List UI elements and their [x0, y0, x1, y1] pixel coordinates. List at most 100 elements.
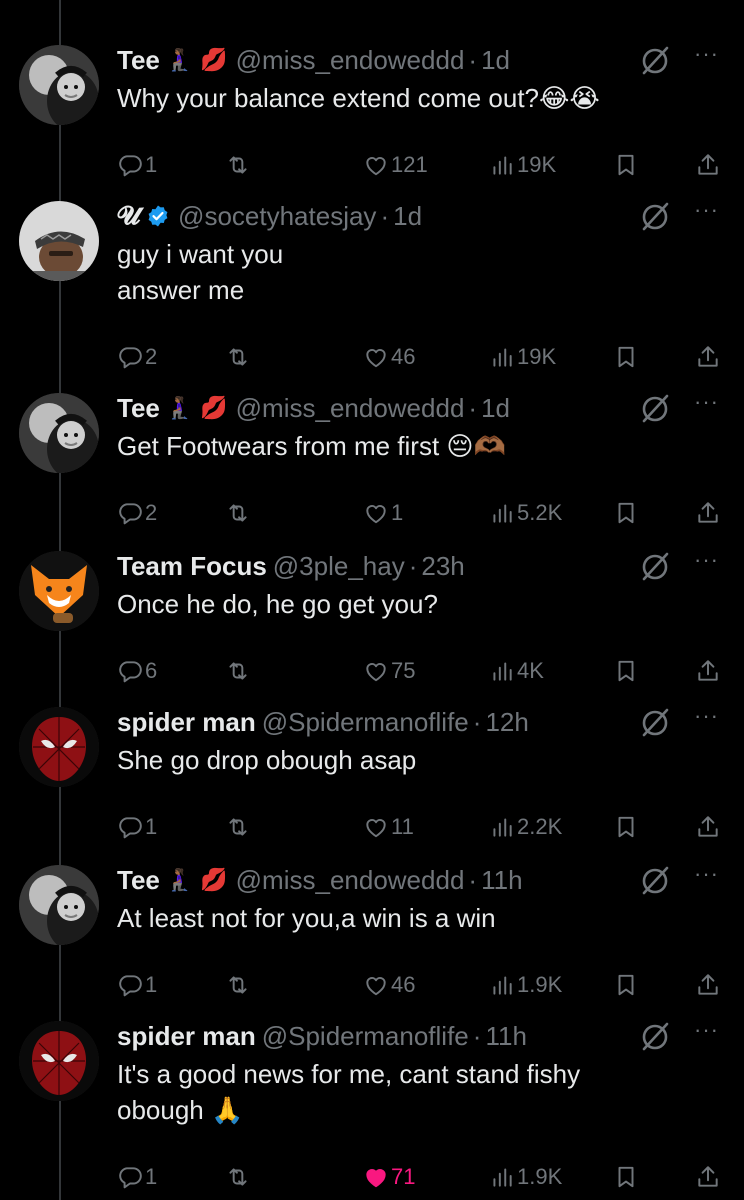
more-options-icon[interactable]: ··· [694, 549, 724, 580]
reply-button[interactable]: 1 [117, 1162, 157, 1192]
grok-icon[interactable] [638, 550, 672, 584]
user-handle[interactable]: @miss_endoweddd [236, 865, 465, 896]
reply-button[interactable]: 2 [117, 342, 157, 372]
like-button[interactable]: 1 [363, 498, 403, 528]
avatar[interactable] [19, 45, 99, 125]
more-options-icon[interactable]: ··· [694, 43, 724, 74]
more-options-icon[interactable]: ··· [694, 1019, 724, 1050]
user-handle[interactable]: @3ple_hay [273, 551, 405, 582]
bookmark-button[interactable] [613, 656, 641, 686]
like-count: 46 [391, 344, 416, 369]
bookmark-icon [618, 502, 634, 524]
share-button[interactable] [695, 656, 723, 686]
reply-button[interactable]: 6 [117, 656, 157, 686]
tweet-header: 𝓤 @socetyhatesjay · 1d [117, 198, 422, 234]
user-handle[interactable]: @Spidermanoflife [262, 1021, 469, 1052]
reply-button[interactable]: 1 [117, 970, 157, 1000]
share-icon [698, 816, 718, 837]
retweet-button[interactable] [225, 150, 253, 180]
user-handle[interactable]: @miss_endoweddd [236, 45, 465, 76]
reply-button[interactable]: 2 [117, 498, 157, 528]
share-button[interactable] [695, 498, 723, 528]
timestamp[interactable]: 11h [485, 1021, 526, 1052]
grok-icon[interactable] [638, 392, 672, 426]
display-name[interactable]: spider man [117, 1021, 256, 1052]
grok-icon[interactable] [638, 864, 672, 898]
retweet-button[interactable] [225, 970, 253, 1000]
timestamp[interactable]: 12h [485, 707, 528, 738]
like-button[interactable]: 71 [363, 1162, 415, 1192]
bookmark-button[interactable] [613, 1162, 641, 1192]
more-options-icon[interactable]: ··· [694, 199, 724, 230]
retweet-button[interactable] [225, 498, 253, 528]
grok-icon[interactable] [638, 44, 672, 78]
user-handle[interactable]: @Spidermanoflife [262, 707, 469, 738]
display-name[interactable]: Team Focus [117, 551, 267, 582]
avatar[interactable] [19, 393, 99, 473]
display-name[interactable]: Tee [117, 393, 160, 424]
bookmark-button[interactable] [613, 342, 641, 372]
more-options-icon[interactable]: ··· [694, 863, 724, 894]
name-emojis: 🧎🏾‍♀️ 💋 [165, 47, 228, 73]
views-chart-icon [493, 662, 512, 681]
timestamp[interactable]: 23h [421, 551, 464, 582]
like-button[interactable]: 75 [363, 656, 415, 686]
views-button[interactable]: 1.9K [489, 1162, 562, 1192]
reply-button[interactable]: 1 [117, 150, 157, 180]
name-emojis: 🧎🏾‍♀️ 💋 [165, 395, 228, 421]
timestamp[interactable]: 1d [481, 393, 510, 424]
retweet-icon [229, 1168, 247, 1186]
views-button[interactable]: 4K [489, 656, 544, 686]
share-button[interactable] [695, 342, 723, 372]
more-options-icon[interactable]: ··· [694, 705, 724, 736]
retweet-icon [229, 662, 247, 680]
avatar[interactable] [19, 707, 99, 787]
bookmark-button[interactable] [613, 970, 641, 1000]
grok-icon[interactable] [638, 1020, 672, 1054]
avatar[interactable] [19, 865, 99, 945]
retweet-button[interactable] [225, 812, 253, 842]
avatar[interactable] [19, 201, 99, 281]
like-count: 1 [391, 500, 404, 525]
views-button[interactable]: 1.9K [489, 970, 562, 1000]
display-name[interactable]: spider man [117, 707, 256, 738]
user-handle[interactable]: @miss_endoweddd [236, 393, 465, 424]
retweet-button[interactable] [225, 342, 253, 372]
share-button[interactable] [695, 150, 723, 180]
grok-icon[interactable] [638, 200, 672, 234]
like-button[interactable]: 11 [363, 812, 414, 842]
tweet-text: She go drop obough asap [117, 742, 677, 778]
views-button[interactable]: 5.2K [489, 498, 562, 528]
retweet-button[interactable] [225, 656, 253, 686]
share-button[interactable] [695, 1162, 723, 1192]
share-button[interactable] [695, 970, 723, 1000]
grok-icon[interactable] [638, 706, 672, 740]
timestamp[interactable]: 1d [481, 45, 510, 76]
reply-icon [119, 347, 142, 369]
display-name[interactable]: 𝓤 [117, 200, 140, 232]
tweet-text-line: Why your balance extend come out?😂😭 [117, 83, 600, 113]
avatar[interactable] [19, 1021, 99, 1101]
reply-button[interactable]: 1 [117, 812, 157, 842]
display-name[interactable]: Tee [117, 45, 160, 76]
retweet-button[interactable] [225, 1162, 253, 1192]
bookmark-button[interactable] [613, 498, 641, 528]
share-button[interactable] [695, 812, 723, 842]
bookmark-button[interactable] [613, 150, 641, 180]
timestamp[interactable]: 11h [481, 865, 522, 896]
more-options-icon[interactable]: ··· [694, 391, 724, 422]
bookmark-button[interactable] [613, 812, 641, 842]
avatar[interactable] [19, 551, 99, 631]
like-button[interactable]: 46 [363, 342, 415, 372]
tweet-text-line: Once he do, he go get you? [117, 589, 438, 619]
user-handle[interactable]: @socetyhatesjay [178, 201, 376, 232]
like-button[interactable]: 121 [363, 150, 428, 180]
display-name[interactable]: Tee [117, 865, 160, 896]
timestamp[interactable]: 1d [393, 201, 422, 232]
views-button[interactable]: 19K [489, 342, 556, 372]
views-button[interactable]: 2.2K [489, 812, 562, 842]
separator-dot: · [380, 200, 390, 231]
view-count: 5.2K [517, 500, 563, 525]
views-button[interactable]: 19K [489, 150, 556, 180]
like-button[interactable]: 46 [363, 970, 415, 1000]
